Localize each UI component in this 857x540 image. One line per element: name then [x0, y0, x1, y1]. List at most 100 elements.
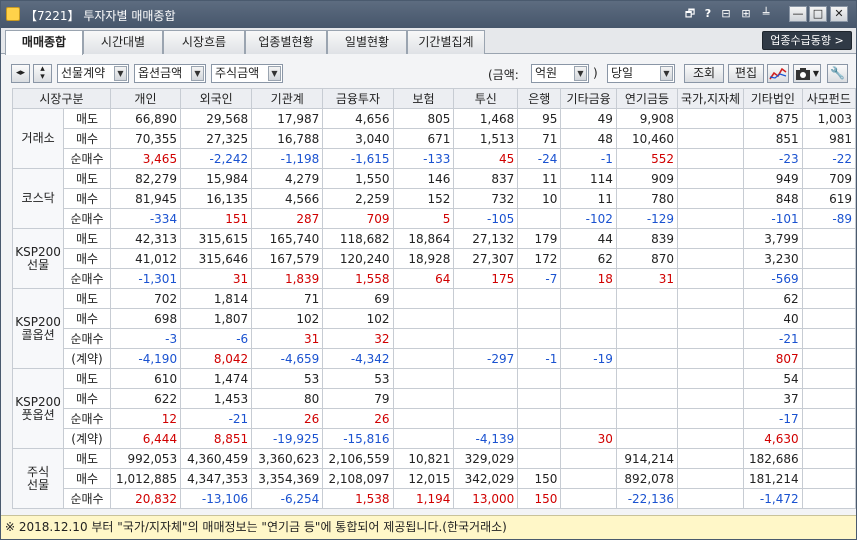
link-icon[interactable]: 🗗: [683, 6, 697, 22]
table-cell[interactable]: 41,012: [109, 248, 182, 269]
unit-select[interactable]: 억원 ▼: [531, 64, 589, 83]
column-header[interactable]: 외국인: [180, 88, 253, 109]
table-cell[interactable]: -1,472: [743, 488, 803, 509]
table-row[interactable]: 코스닥 매도 82,279 15,984 4,279 1,550 146 837 11 114 90…: [11, 168, 857, 229]
prev-next-icon[interactable]: ◂▸: [11, 64, 30, 83]
table-cell[interactable]: 82,279: [109, 168, 182, 189]
table-cell[interactable]: 102: [322, 308, 394, 329]
table-cell[interactable]: 17,987: [251, 108, 324, 129]
table-cell[interactable]: -4,342: [322, 348, 394, 369]
table-cell[interactable]: 15,984: [180, 168, 253, 189]
table-row[interactable]: 순매수 12 -21 26 26 -17: [13, 408, 857, 429]
table-cell[interactable]: [560, 448, 617, 469]
table-cell[interactable]: [677, 128, 745, 149]
table-cell[interactable]: 102: [251, 308, 324, 329]
industry-supply-button[interactable]: 업종수급동향 >: [762, 31, 852, 50]
table-cell[interactable]: 26: [322, 408, 394, 429]
table-cell[interactable]: 152: [392, 188, 455, 209]
table-cell[interactable]: 151: [180, 208, 253, 229]
table-cell[interactable]: [453, 328, 519, 349]
table-cell[interactable]: 8,851: [180, 428, 253, 449]
table-cell[interactable]: [677, 228, 745, 249]
table-cell[interactable]: 875: [743, 108, 803, 129]
table-cell[interactable]: [677, 148, 745, 169]
table-cell[interactable]: 18,928: [392, 248, 455, 269]
tab-daily[interactable]: 일별현황: [327, 30, 407, 54]
table-cell[interactable]: [517, 388, 562, 409]
table-cell[interactable]: [517, 368, 562, 389]
table-cell[interactable]: 4,630: [743, 428, 803, 449]
table-cell[interactable]: [677, 168, 745, 189]
table-cell[interactable]: 3,354,369: [251, 468, 324, 489]
column-header[interactable]: 보험: [392, 88, 455, 109]
table-cell[interactable]: [392, 348, 455, 369]
table-cell[interactable]: 315,615: [180, 228, 253, 249]
table-cell[interactable]: 9,908: [615, 108, 679, 129]
table-cell[interactable]: [453, 388, 519, 409]
table-cell[interactable]: -13,106: [180, 488, 253, 509]
table-cell[interactable]: 20,832: [109, 488, 182, 509]
column-header[interactable]: 기타법인: [743, 88, 803, 109]
table-cell[interactable]: [560, 308, 617, 329]
table-cell[interactable]: 114: [560, 168, 617, 189]
table-cell[interactable]: -22: [801, 148, 857, 169]
table-cell[interactable]: 619: [801, 188, 857, 209]
table-cell[interactable]: -4,190: [109, 348, 182, 369]
table-cell[interactable]: 146: [392, 168, 455, 189]
table-cell[interactable]: 81,945: [109, 188, 182, 209]
table-cell[interactable]: [560, 328, 617, 349]
table-cell[interactable]: 1,814: [180, 288, 253, 309]
table-cell[interactable]: 48: [560, 128, 617, 149]
table-cell[interactable]: 70,355: [109, 128, 182, 149]
table-cell[interactable]: 1,839: [251, 268, 324, 289]
table-cell[interactable]: -17: [743, 408, 803, 429]
table-row[interactable]: 매수 41,012 315,646 167,579 120,240 18,928 27,30…: [13, 248, 857, 269]
help-icon[interactable]: ?: [701, 6, 715, 22]
table-cell[interactable]: 79: [322, 388, 394, 409]
table-cell[interactable]: 4,347,353: [180, 468, 253, 489]
table-cell[interactable]: 32: [322, 328, 394, 349]
table-row[interactable]: 주식 선물 매도 992,053 4,360,459 3,360,623 2,106,559…: [11, 448, 857, 509]
table-row[interactable]: (계약) 6,444 8,851 -19,925 -15,816 -4,139 30 4,63…: [13, 428, 857, 449]
market-select[interactable]: 선물계약 ▼: [57, 64, 129, 83]
table-cell[interactable]: 12: [109, 408, 182, 429]
table-cell[interactable]: 1,807: [180, 308, 253, 329]
table-cell[interactable]: -129: [615, 208, 679, 229]
table-cell[interactable]: 3,040: [322, 128, 394, 149]
table-cell[interactable]: 11: [560, 188, 617, 209]
table-cell[interactable]: 31: [180, 268, 253, 289]
table-cell[interactable]: [517, 328, 562, 349]
table-row[interactable]: 순매수 -334 151 287 709 5 -105 -102 -129 -101 -89: [13, 208, 857, 229]
table-cell[interactable]: 702: [109, 288, 182, 309]
table-cell[interactable]: -1,301: [109, 268, 182, 289]
table-cell[interactable]: [677, 348, 745, 369]
table-cell[interactable]: [392, 308, 455, 329]
tab-period-summary[interactable]: 기간별집계: [407, 30, 485, 54]
table-cell[interactable]: [801, 428, 857, 449]
table-cell[interactable]: [677, 488, 745, 509]
table-cell[interactable]: [615, 408, 679, 429]
table-cell[interactable]: 45: [453, 148, 519, 169]
table-cell[interactable]: 2,106,559: [322, 448, 394, 469]
table-cell[interactable]: 1,513: [453, 128, 519, 149]
table-cell[interactable]: -1,198: [251, 148, 324, 169]
table-cell[interactable]: 3,230: [743, 248, 803, 269]
title-bar[interactable]: 【7221】 투자자별 매매종합 🗗 ? ⊟ ⊞ ╧ — □ ✕: [1, 1, 856, 28]
table-cell[interactable]: [453, 408, 519, 429]
table-cell[interactable]: [615, 288, 679, 309]
table-cell[interactable]: 8,042: [180, 348, 253, 369]
table-row[interactable]: KSP200 선물 매도 42,313 315,615 165,740 118,682 18,…: [11, 228, 857, 289]
table-row[interactable]: 거래소 매도 66,890 29,568 17,987 4,656 805 1,468 95 49…: [11, 108, 857, 169]
table-cell[interactable]: 71: [251, 288, 324, 309]
table-cell[interactable]: -1,615: [322, 148, 394, 169]
table-cell[interactable]: [677, 448, 745, 469]
table-cell[interactable]: 31: [251, 328, 324, 349]
column-header[interactable]: 금융투자: [322, 88, 394, 109]
table-cell[interactable]: -1: [517, 348, 562, 369]
table-cell[interactable]: 40: [743, 308, 803, 329]
table-cell[interactable]: 181,214: [743, 468, 803, 489]
table-cell[interactable]: [677, 388, 745, 409]
table-cell[interactable]: 1,538: [322, 488, 394, 509]
table-cell[interactable]: [801, 268, 857, 289]
table-cell[interactable]: 66,890: [109, 108, 182, 129]
